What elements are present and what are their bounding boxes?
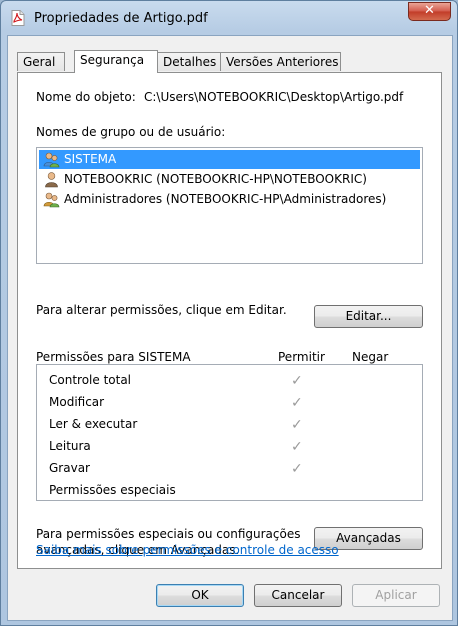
apply-button-label: Aplicar bbox=[375, 588, 417, 602]
tab-label: Detalhes bbox=[163, 55, 217, 69]
groups-listbox[interactable]: SISTEMA NOTEBOOKRIC (NOTEBOOKRIC-HP\NOTE… bbox=[36, 147, 423, 264]
allow-check-icon: ✓ bbox=[291, 373, 303, 389]
close-button[interactable]: ✕ bbox=[408, 2, 451, 21]
permission-row: Modificar ✓ bbox=[49, 393, 409, 413]
edit-button[interactable]: Editar... bbox=[314, 305, 423, 328]
permissions-help-link[interactable]: Saiba mais sobre permissões e controle d… bbox=[36, 543, 339, 557]
list-item-label: NOTEBOOKRIC (NOTEBOOKRIC-HP\NOTEBOOKRIC) bbox=[64, 172, 367, 186]
groups-label: Nomes de grupo ou de usuário: bbox=[36, 125, 226, 139]
close-icon: ✕ bbox=[424, 3, 435, 18]
cancel-button[interactable]: Cancelar bbox=[254, 584, 342, 607]
tab-geral[interactable]: Geral bbox=[17, 52, 65, 71]
permission-row: Leitura ✓ bbox=[49, 437, 409, 457]
tab-label: Versões Anteriores bbox=[226, 55, 339, 69]
allow-check-icon: ✓ bbox=[291, 461, 303, 477]
advanced-button-label: Avançadas bbox=[336, 531, 401, 545]
list-item-label: SISTEMA bbox=[64, 152, 117, 166]
permission-row: Permissões especiais bbox=[49, 481, 409, 501]
cancel-button-label: Cancelar bbox=[271, 588, 325, 602]
apply-button[interactable]: Aplicar bbox=[352, 584, 440, 607]
list-item-notebookric[interactable]: NOTEBOOKRIC (NOTEBOOKRIC-HP\NOTEBOOKRIC) bbox=[39, 170, 420, 189]
edit-instructions: Para alterar permissões, clique em Edita… bbox=[36, 303, 287, 317]
permission-name: Gravar bbox=[49, 461, 90, 475]
permission-row: Ler & executar ✓ bbox=[49, 415, 409, 435]
permission-name: Modificar bbox=[49, 395, 105, 409]
tab-detalhes[interactable]: Detalhes bbox=[157, 52, 221, 71]
user-icon bbox=[45, 172, 58, 188]
title-bar[interactable]: Propriedades de Artigo.pdf ✕ bbox=[1, 1, 457, 35]
allow-column-header: Permitir bbox=[278, 350, 325, 364]
tab-versoes-anteriores[interactable]: Versões Anteriores bbox=[220, 52, 341, 71]
ok-button[interactable]: OK bbox=[156, 584, 244, 607]
permission-name: Permissões especiais bbox=[49, 483, 176, 497]
deny-column-header: Negar bbox=[352, 350, 389, 364]
list-item-sistema[interactable]: SISTEMA bbox=[39, 150, 420, 169]
allow-check-icon: ✓ bbox=[291, 439, 303, 455]
users-icon bbox=[43, 152, 60, 168]
properties-window: Propriedades de Artigo.pdf ✕ Geral Segur… bbox=[0, 0, 458, 626]
list-item-label: Administradores (NOTEBOOKRIC-HP\Administ… bbox=[64, 192, 387, 206]
edit-button-label: Editar... bbox=[345, 309, 392, 323]
pdf-file-icon bbox=[11, 10, 25, 26]
window-title: Propriedades de Artigo.pdf bbox=[34, 11, 208, 26]
tab-label: Geral bbox=[23, 55, 56, 69]
tab-label: Segurança bbox=[80, 53, 145, 67]
permissions-title: Permissões para SISTEMA bbox=[36, 350, 191, 364]
permission-name: Controle total bbox=[49, 373, 132, 387]
object-name-label: Nome do objeto: bbox=[36, 90, 136, 104]
permission-row: Gravar ✓ bbox=[49, 459, 409, 479]
allow-check-icon: ✓ bbox=[291, 395, 303, 411]
allow-check-icon: ✓ bbox=[291, 417, 303, 433]
object-name-value: C:\Users\NOTEBOOKRIC\Desktop\Artigo.pdf bbox=[144, 90, 404, 104]
list-item-administradores[interactable]: Administradores (NOTEBOOKRIC-HP\Administ… bbox=[39, 190, 420, 209]
permissions-list[interactable]: Controle total ✓ Modificar ✓ Ler & execu… bbox=[36, 364, 423, 501]
advanced-instructions-line1: Para permissões especiais ou configuraçõ… bbox=[36, 527, 301, 541]
permission-name: Leitura bbox=[49, 439, 91, 453]
tab-seguranca[interactable]: Segurança bbox=[74, 50, 158, 73]
permission-name: Ler & executar bbox=[49, 417, 138, 431]
ok-button-label: OK bbox=[191, 588, 209, 602]
users-icon bbox=[43, 192, 60, 208]
dialog-body: Geral Segurança Detalhes Versões Anterio… bbox=[7, 35, 453, 621]
security-tab-panel: Nome do objeto: C:\Users\NOTEBOOKRIC\Des… bbox=[17, 72, 442, 569]
permission-row: Controle total ✓ bbox=[49, 371, 409, 391]
